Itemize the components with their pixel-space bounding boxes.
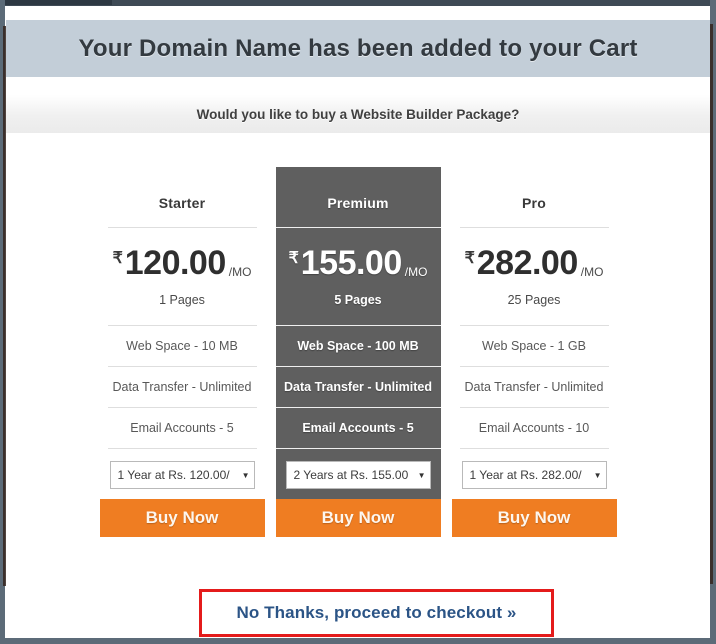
window-chrome-right-shadow [710,24,713,584]
pricing-card: Starter ₹120.00/MO 1 Pages Web Space - 10 M… [99,167,265,537]
plan-price: ₹282.00/MO [452,228,617,293]
price-amount: 155.00 [300,244,403,282]
currency-symbol: ₹ [112,250,123,267]
chevron-down-icon: ▼ [417,470,426,480]
plan-feature: Web Space - 1 GB [482,339,586,353]
pricing-card: Premium ₹155.00/MO 5 Pages Web Space - 100 … [275,167,441,537]
plan-feature: Web Space - 10 MB [126,339,238,353]
billing-term-select[interactable]: 1 Year at Rs. 120.00/ ▼ [109,461,255,489]
plan-name: Premium [327,195,389,211]
upsell-question-bar: Would you like to buy a Website Builder … [6,95,710,133]
price-amount: 120.00 [124,244,227,282]
cart-confirmation-banner: Your Domain Name has been added to your … [6,20,710,77]
billing-term-value: 1 Year at Rs. 120.00/ [117,468,230,482]
currency-symbol: ₹ [464,250,475,267]
billing-term-select[interactable]: 2 Years at Rs. 155.00 ▼ [285,461,431,489]
plan-feature: Email Accounts - 5 [302,421,414,435]
pricing-card: Pro ₹282.00/MO 25 Pages Web Space - 1 GB Dat… [451,167,617,537]
window-chrome-tab-sliver [0,0,112,5]
term-select-wrap: 1 Year at Rs. 120.00/ ▼ [100,449,265,499]
currency-symbol: ₹ [288,250,299,267]
page-title: Your Domain Name has been added to your … [78,34,638,62]
divider [275,448,441,449]
browser-window: Your Domain Name has been added to your … [0,0,716,644]
pricing-plans-row: Starter ₹120.00/MO 1 Pages Web Space - 10 M… [6,167,710,537]
plan-feature: Data Transfer - Unlimited [284,380,432,394]
buy-now-button[interactable]: Buy Now [451,499,617,537]
proceed-to-checkout-link[interactable]: No Thanks, proceed to checkout » [237,603,517,623]
billing-term-select[interactable]: 1 Year at Rs. 282.00/ ▼ [461,461,607,489]
price-period: /MO [580,265,604,279]
plan-feature: Email Accounts - 10 [478,421,590,435]
plan-price: ₹155.00/MO [276,228,441,293]
plan-name: Pro [522,195,546,211]
buy-now-button[interactable]: Buy Now [275,499,441,537]
divider [275,407,441,408]
plan-price: ₹120.00/MO [100,228,265,293]
page-content: Your Domain Name has been added to your … [6,6,710,638]
chevron-down-icon: ▼ [241,470,250,480]
plan-feature: Web Space - 100 MB [297,339,419,353]
checkout-highlight-box: No Thanks, proceed to checkout » [199,589,554,637]
buy-button-wrap: Buy Now [275,499,441,537]
term-select-wrap: 1 Year at Rs. 282.00/ ▼ [452,449,617,499]
divider [275,325,441,326]
price-period: /MO [404,265,428,279]
divider [275,227,441,228]
plan-feature: Email Accounts - 5 [130,421,234,435]
plan-pages: 1 Pages [159,293,205,307]
upsell-question-text: Would you like to buy a Website Builder … [196,106,520,122]
plan-name: Starter [158,195,206,211]
plan-pages: 5 Pages [334,293,382,307]
plan-feature: Data Transfer - Unlimited [112,380,252,394]
buy-button-wrap: Buy Now [451,499,617,537]
billing-term-value: 2 Years at Rs. 155.00 [293,468,409,482]
chevron-down-icon: ▼ [593,470,602,480]
plan-feature: Data Transfer - Unlimited [464,380,604,394]
term-select-wrap: 2 Years at Rs. 155.00 ▼ [276,449,441,499]
buy-now-button[interactable]: Buy Now [99,499,265,537]
buy-button-wrap: Buy Now [99,499,265,537]
window-chrome-bottom [0,638,716,644]
price-amount: 282.00 [476,244,579,282]
billing-term-value: 1 Year at Rs. 282.00/ [469,468,582,482]
divider [275,366,441,367]
plan-pages: 25 Pages [507,293,561,307]
price-period: /MO [228,265,252,279]
